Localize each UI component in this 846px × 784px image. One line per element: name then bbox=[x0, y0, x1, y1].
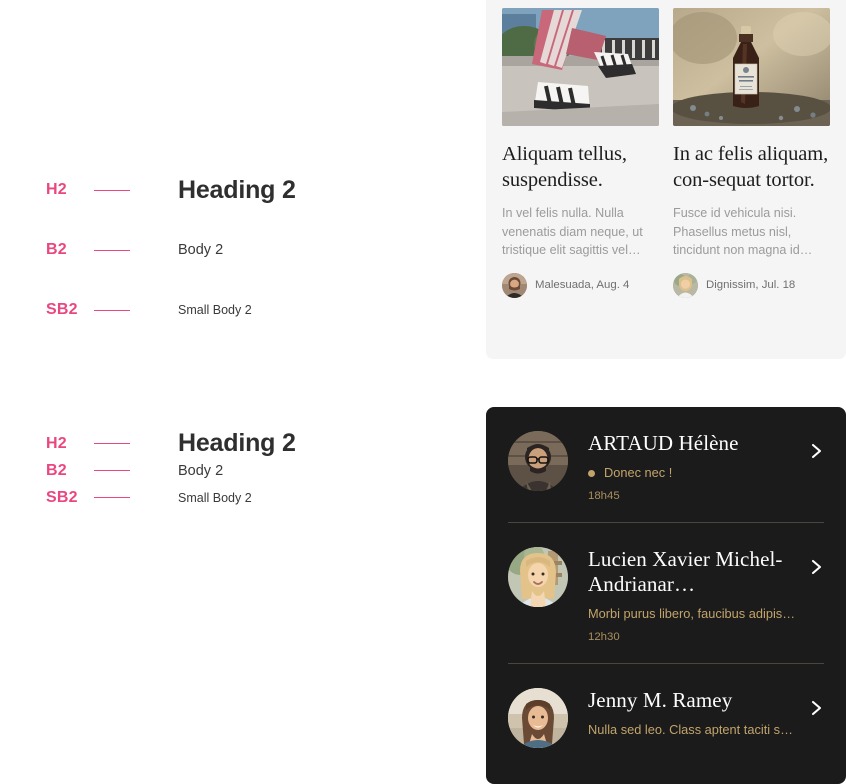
type-sample-sb2: Small Body 2 bbox=[178, 303, 252, 317]
list-item-content: Lucien Xavier Michel-Andrianar… Morbi pu… bbox=[588, 547, 824, 643]
message-preview: Morbi purus libero, faucibus adipiscing… bbox=[588, 606, 798, 622]
type-specimen-row: B2 Body 2 bbox=[0, 457, 470, 484]
components-column: Aliquam tellus, suspendisse. In vel feli… bbox=[470, 0, 846, 784]
type-rule-line bbox=[94, 249, 130, 251]
avatar bbox=[673, 272, 698, 298]
article-byline-text: Dignissim, Jul. 18 bbox=[706, 279, 796, 291]
avatar bbox=[508, 547, 568, 607]
type-rule-line bbox=[94, 443, 130, 444]
type-specimen-row: SB2 Small Body 2 bbox=[0, 280, 470, 340]
message-preview: Donec nec ! bbox=[588, 465, 798, 481]
message-time: 18h45 bbox=[588, 490, 620, 502]
type-tag-sb2: SB2 bbox=[46, 488, 78, 506]
list-item-content: Jenny M. Ramey Nulla sed leo. Class apte… bbox=[588, 688, 824, 748]
article-excerpt: Fusce id vehicula nisi. Phasellus metus … bbox=[673, 206, 813, 257]
articles-card: Aliquam tellus, suspendisse. In vel feli… bbox=[486, 0, 846, 359]
message-time: 12h30 bbox=[588, 631, 620, 643]
type-sample-h2: Heading 2 bbox=[178, 429, 296, 457]
type-rule-line bbox=[94, 309, 130, 311]
avatar bbox=[508, 431, 568, 491]
type-scale-group-loose: H2 Heading 2 B2 Body 2 SB2 Small Body 2 bbox=[0, 160, 470, 340]
type-sample-b2: Body 2 bbox=[178, 462, 224, 479]
type-rule-line bbox=[94, 470, 130, 471]
type-tag-h2: H2 bbox=[46, 434, 67, 452]
type-specimen-row: H2 Heading 2 bbox=[0, 429, 470, 457]
type-tag-h2: H2 bbox=[46, 181, 67, 198]
article-thumbnail-bottle bbox=[673, 8, 830, 126]
list-item[interactable]: ARTAUD Hélène Donec nec ! 18h45 bbox=[508, 407, 824, 522]
unread-dot-icon bbox=[588, 469, 595, 477]
message-preview-text: Morbi purus libero, faucibus adipiscing… bbox=[588, 606, 798, 621]
type-rule-line bbox=[94, 497, 130, 498]
type-sample-sb2: Small Body 2 bbox=[178, 490, 252, 505]
type-rule-line bbox=[94, 189, 130, 191]
message-preview-text: Donec nec ! bbox=[604, 465, 673, 480]
typography-specimen-column: H2 Heading 2 B2 Body 2 SB2 Small Body 2 … bbox=[0, 0, 470, 784]
message-preview-text: Nulla sed leo. Class aptent taciti socio… bbox=[588, 722, 798, 737]
chevron-right-icon[interactable] bbox=[808, 443, 824, 459]
list-item[interactable]: Lucien Xavier Michel-Andrianar… Morbi pu… bbox=[508, 522, 824, 663]
type-sample-h2: Heading 2 bbox=[178, 175, 296, 204]
list-item-content: ARTAUD Hélène Donec nec ! 18h45 bbox=[588, 431, 824, 502]
list-item[interactable]: Jenny M. Ramey Nulla sed leo. Class apte… bbox=[508, 663, 824, 768]
type-specimen-row: SB2 Small Body 2 bbox=[0, 484, 470, 511]
contact-name: Jenny M. Ramey bbox=[588, 688, 733, 712]
type-tag-sb2: SB2 bbox=[46, 301, 78, 318]
article-byline-text: Malesuada, Aug. 4 bbox=[535, 279, 630, 291]
type-tag-b2: B2 bbox=[46, 241, 67, 258]
contact-name: ARTAUD Hélène bbox=[588, 431, 739, 455]
type-specimen-row: B2 Body 2 bbox=[0, 220, 470, 280]
article-title: In ac felis aliquam, con-sequat tortor. bbox=[673, 143, 829, 191]
messages-list-panel: ARTAUD Hélène Donec nec ! 18h45 Lucien X… bbox=[486, 407, 846, 784]
type-sample-b2: Body 2 bbox=[178, 242, 224, 258]
type-tag-b2: B2 bbox=[46, 461, 67, 479]
chevron-right-icon[interactable] bbox=[808, 700, 824, 716]
article-title: Aliquam tellus, suspendisse. bbox=[502, 143, 627, 191]
avatar bbox=[508, 688, 568, 748]
type-specimen-row: H2 Heading 2 bbox=[0, 160, 470, 220]
type-scale-group-tight: H2 Heading 2 B2 Body 2 SB2 Small Body 2 bbox=[0, 429, 470, 511]
article-excerpt: In vel felis nulla. Nulla venenatis diam… bbox=[502, 206, 643, 257]
article-thumbnail-sneakers bbox=[502, 8, 659, 126]
page-root: H2 Heading 2 B2 Body 2 SB2 Small Body 2 … bbox=[0, 0, 846, 784]
chevron-right-icon[interactable] bbox=[808, 559, 824, 575]
article-byline: Dignissim, Jul. 18 bbox=[673, 272, 830, 298]
avatar bbox=[502, 272, 527, 298]
message-preview: Nulla sed leo. Class aptent taciti socio… bbox=[588, 722, 798, 738]
contact-name: Lucien Xavier Michel-Andrianar… bbox=[588, 547, 783, 596]
article-byline: Malesuada, Aug. 4 bbox=[502, 272, 659, 298]
article-card[interactable]: In ac felis aliquam, con-sequat tortor. … bbox=[673, 8, 830, 359]
article-card[interactable]: Aliquam tellus, suspendisse. In vel feli… bbox=[502, 8, 659, 359]
